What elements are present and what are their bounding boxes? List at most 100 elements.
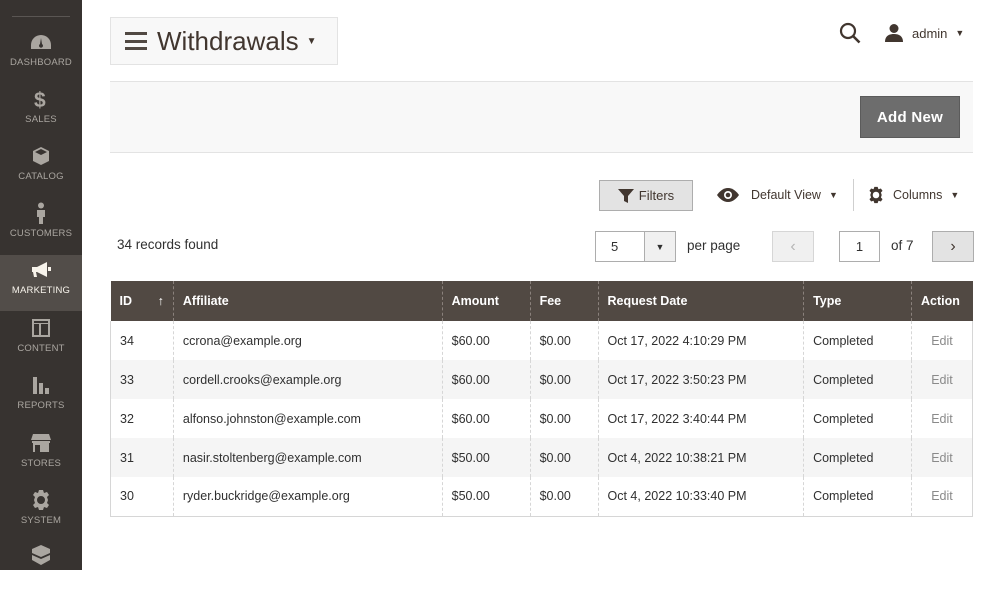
sidebar-item-sales[interactable]: $ SALES <box>0 84 82 140</box>
filters-button[interactable]: Filters <box>599 180 693 211</box>
cell-affiliate: alfonso.johnston@example.com <box>172 399 443 438</box>
cell-request-date: Oct 17, 2022 4:10:29 PM <box>597 321 804 360</box>
per-page-select[interactable]: 5 ▼ <box>595 231 676 262</box>
admin-user-menu[interactable]: admin ▼ <box>884 22 964 44</box>
table-header-row: ID ↑ Affiliate Amount Fee Request Date Ty… <box>110 281 973 321</box>
svg-text:$: $ <box>34 89 46 110</box>
cell-affiliate: nasir.stoltenberg@example.com <box>172 438 443 477</box>
sidebar-item-stores[interactable]: STORES <box>0 428 82 484</box>
cell-amount: $60.00 <box>441 360 531 399</box>
chevron-down-icon: ▼ <box>306 35 317 47</box>
per-page-value: 5 <box>611 239 619 254</box>
search-icon[interactable] <box>839 22 861 44</box>
chevron-down-icon[interactable]: ▼ <box>644 232 675 261</box>
column-header-action: Action <box>910 281 973 321</box>
cell-id: 32 <box>110 399 174 438</box>
page-title: Withdrawals <box>157 25 299 56</box>
cell-fee: $0.00 <box>529 477 599 517</box>
column-header-request-date[interactable]: Request Date <box>597 281 804 321</box>
table-row: 32 alfonso.johnston@example.com $60.00 $… <box>110 399 974 438</box>
cell-id: 34 <box>110 321 174 360</box>
view-selector[interactable]: Default View ▼ <box>717 184 838 206</box>
chevron-left-icon: ‹ <box>790 237 796 255</box>
cell-action: Edit <box>910 438 974 477</box>
sidebar-item-system[interactable]: SYSTEM <box>0 485 82 541</box>
dollar-icon: $ <box>29 87 53 111</box>
cell-type: Completed <box>803 321 912 360</box>
admin-sidebar: DASHBOARD $ SALES CATALOG CUSTOMERS MARK… <box>0 0 82 570</box>
page-number-input[interactable]: 1 <box>839 231 880 262</box>
cell-request-date: Oct 17, 2022 3:40:44 PM <box>597 399 804 438</box>
layout-icon <box>29 316 53 340</box>
cell-type: Completed <box>803 438 912 477</box>
chevron-down-icon: ▼ <box>828 190 838 200</box>
storefront-icon <box>29 431 53 455</box>
sidebar-item-label: MARKETING <box>11 285 71 296</box>
sidebar-item-reports[interactable]: REPORTS <box>0 370 82 426</box>
page-title-switcher[interactable]: Withdrawals ▼ <box>110 17 338 65</box>
column-header-fee[interactable]: Fee <box>529 281 599 321</box>
gear-icon <box>869 186 883 204</box>
sidebar-item-label: REPORTS <box>17 400 65 411</box>
cell-fee: $0.00 <box>529 438 599 477</box>
column-header-id[interactable]: ID ↑ <box>110 281 174 321</box>
edit-link[interactable]: Edit <box>921 373 963 387</box>
total-pages-label: of 7 <box>891 238 914 253</box>
cell-id: 31 <box>110 438 174 477</box>
cell-type: Completed <box>803 477 912 517</box>
column-header-amount[interactable]: Amount <box>441 281 531 321</box>
sidebar-item-label: SYSTEM <box>20 515 62 526</box>
sidebar-item-catalog[interactable]: CATALOG <box>0 141 82 197</box>
cell-amount: $50.00 <box>441 438 531 477</box>
next-page-button[interactable]: › <box>932 231 974 262</box>
cell-request-date: Oct 4, 2022 10:33:40 PM <box>597 477 804 517</box>
cell-request-date: Oct 17, 2022 3:50:23 PM <box>597 360 804 399</box>
previous-page-button[interactable]: ‹ <box>772 231 814 262</box>
sidebar-item-customers[interactable]: CUSTOMERS <box>0 198 82 254</box>
sidebar-item-extensions[interactable] <box>0 540 82 596</box>
cell-amount: $60.00 <box>441 321 531 360</box>
column-header-affiliate[interactable]: Affiliate <box>172 281 443 321</box>
cell-type: Completed <box>803 360 912 399</box>
view-label: Default View <box>751 188 821 202</box>
user-icon <box>884 23 904 43</box>
sidebar-item-dashboard[interactable]: DASHBOARD <box>0 27 82 83</box>
sidebar-item-label: CONTENT <box>17 343 65 354</box>
table-row: 30 ryder.buckridge@example.org $50.00 $0… <box>110 477 974 517</box>
cell-action: Edit <box>910 399 974 438</box>
admin-username: admin <box>912 25 948 41</box>
edit-link[interactable]: Edit <box>921 451 963 465</box>
chevron-down-icon: ▼ <box>955 28 965 38</box>
sidebar-item-marketing[interactable]: MARKETING <box>0 255 82 311</box>
records-count: 34 records found <box>117 237 219 252</box>
edit-link[interactable]: Edit <box>921 412 963 426</box>
edit-link[interactable]: Edit <box>921 334 963 348</box>
withdrawals-table: ID ↑ Affiliate Amount Fee Request Date Ty… <box>110 281 974 517</box>
eye-icon <box>717 188 739 202</box>
sidebar-item-label: SALES <box>25 114 57 125</box>
column-header-type[interactable]: Type <box>803 281 912 321</box>
edit-link[interactable]: Edit <box>921 489 963 503</box>
cell-amount: $60.00 <box>441 399 531 438</box>
cell-fee: $0.00 <box>529 399 599 438</box>
sidebar-item-content[interactable]: CONTENT <box>0 313 82 369</box>
columns-selector[interactable]: Columns ▼ <box>867 184 959 206</box>
person-icon <box>29 201 53 225</box>
cell-fee: $0.00 <box>529 360 599 399</box>
dashboard-icon <box>29 30 53 54</box>
sidebar-divider <box>12 16 70 17</box>
sidebar-item-label: CATALOG <box>18 171 64 182</box>
filter-icon <box>617 188 634 203</box>
page-actions-bar <box>110 81 973 153</box>
cell-action: Edit <box>910 360 974 399</box>
add-new-button[interactable]: Add New <box>860 96 960 138</box>
columns-label: Columns <box>893 188 943 202</box>
filters-label: Filters <box>638 188 675 203</box>
megaphone-icon <box>29 258 53 282</box>
cell-fee: $0.00 <box>529 321 599 360</box>
cell-affiliate: ryder.buckridge@example.org <box>172 477 443 517</box>
cell-action: Edit <box>910 477 974 517</box>
table-row: 31 nasir.stoltenberg@example.com $50.00 … <box>110 438 974 477</box>
extensions-icon <box>29 543 53 567</box>
per-page-label: per page <box>687 238 741 253</box>
